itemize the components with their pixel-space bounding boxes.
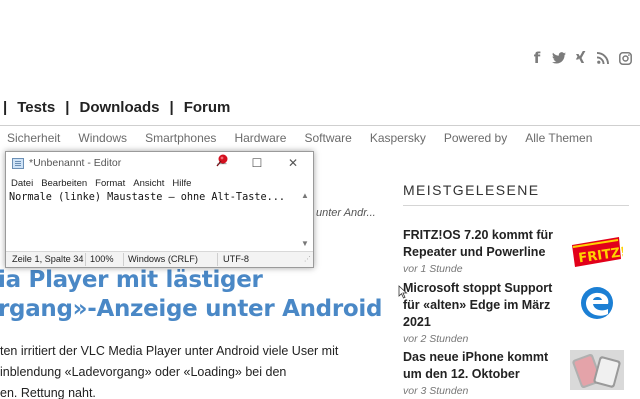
article-excerpt-line: inblendung «Ladevorgang» oder «Loading» … [0, 365, 287, 379]
minimize-button[interactable]: — [207, 153, 237, 173]
resize-grip-icon[interactable]: ⋰ [304, 256, 312, 266]
sidebar-article-title[interactable]: Das neue iPhone kommt um den 12. Oktober [403, 349, 563, 383]
article-title-line[interactable]: rgang»-Anzeige unter Android [0, 295, 388, 324]
subnav-item-powered-by[interactable]: Powered by [444, 131, 507, 145]
sidebar-article-time: vor 3 Stunden [403, 385, 469, 397]
article-excerpt: ten irritiert der VLC Media Player unter… [0, 341, 385, 399]
article-excerpt-line: en. Rettung naht. [0, 386, 96, 399]
window-title: *Unbenannt - Editor [29, 157, 122, 169]
sidebar-article[interactable]: FRITZ!OS 7.20 kommt für Repeater und Pow… [403, 227, 563, 276]
xing-icon[interactable] [570, 48, 592, 68]
subnav-item-sicherheit[interactable]: Sicherheit [7, 131, 60, 145]
menu-bar: Datei Bearbeiten Format Ansicht Hilfe [6, 176, 313, 190]
edge-logo-thumbnail[interactable] [576, 282, 618, 324]
scroll-up-icon[interactable]: ▲ [301, 192, 309, 200]
fritz-logo-thumbnail[interactable]: FRITZ! [569, 231, 627, 271]
close-button[interactable]: ✕ [278, 153, 308, 173]
window-titlebar[interactable]: *Unbenannt - Editor — ☐ ✕ [6, 152, 313, 174]
menu-hilfe[interactable]: Hilfe [172, 178, 191, 189]
close-icon: ✕ [287, 156, 299, 170]
nav-separator: | [65, 98, 70, 116]
status-encoding: UTF-8 [223, 254, 250, 264]
status-divider [217, 253, 218, 266]
nav-divider [0, 125, 640, 126]
sidebar-article-time: vor 2 Stunden [403, 333, 469, 345]
status-line-ending: Windows (CRLF) [128, 254, 198, 264]
notepad-window[interactable]: *Unbenannt - Editor — ☐ ✕ Datei Bearbeit… [5, 151, 314, 268]
sub-nav: Sicherheit Windows Smartphones Hardware … [7, 130, 610, 146]
main-nav: | Tests | Downloads | Forum [0, 97, 230, 117]
sidebar-article[interactable]: Das neue iPhone kommt um den 12. Oktober… [403, 349, 563, 398]
menu-bearbeiten[interactable]: Bearbeiten [41, 178, 87, 189]
mouse-cursor-icon [398, 285, 408, 299]
twitter-icon[interactable] [548, 48, 570, 68]
rss-icon[interactable] [592, 48, 614, 68]
subnav-item-smartphones[interactable]: Smartphones [145, 131, 216, 145]
subnav-item-hardware[interactable]: Hardware [234, 131, 286, 145]
nav-separator: | [169, 98, 174, 116]
subnav-item-alle-themen[interactable]: Alle Themen [525, 131, 592, 145]
iphone-thumbnail[interactable] [570, 350, 624, 390]
article-title[interactable]: ia Player mit lästiger rgang»-Anzeige un… [0, 266, 388, 324]
scroll-down-icon[interactable]: ▼ [301, 240, 309, 248]
subnav-item-windows[interactable]: Windows [78, 131, 127, 145]
status-cursor-position: Zeile 1, Spalte 34 [12, 254, 84, 264]
menu-format[interactable]: Format [95, 178, 125, 189]
nav-item-tests[interactable]: Tests [17, 99, 55, 116]
nav-item-downloads[interactable]: Downloads [79, 99, 159, 116]
vertical-scrollbar[interactable]: ▲ ▼ [298, 190, 312, 250]
notepad-app-icon [12, 158, 24, 169]
article-excerpt-line: ten irritiert der VLC Media Player unter… [0, 344, 339, 358]
sidebar-article[interactable]: Microsoft stoppt Support für «alten» Edg… [403, 280, 563, 346]
subnav-item-kaspersky[interactable]: Kaspersky [370, 131, 426, 145]
sidebar-article-title[interactable]: FRITZ!OS 7.20 kommt für Repeater und Pow… [403, 227, 563, 261]
status-zoom: 100% [90, 254, 114, 264]
status-divider [85, 253, 86, 266]
status-bar: Zeile 1, Spalte 34 100% Windows (CRLF) U… [6, 251, 313, 267]
nav-item-forum[interactable]: Forum [184, 99, 231, 116]
sidebar-heading: MEISTGELESENE [403, 182, 540, 198]
sidebar-divider [403, 205, 629, 206]
sidebar-article-title[interactable]: Microsoft stoppt Support für «alten» Edg… [403, 280, 563, 331]
instagram-icon[interactable] [614, 48, 636, 68]
sidebar-article-time: vor 1 Stunde [403, 263, 463, 275]
status-divider [123, 253, 124, 266]
social-bar: f [526, 48, 636, 68]
menu-datei[interactable]: Datei [11, 178, 33, 189]
facebook-icon[interactable]: f [526, 48, 548, 68]
subnav-item-software[interactable]: Software [304, 131, 351, 145]
article-meta: unter Andr... [316, 207, 376, 219]
maximize-button[interactable]: ☐ [242, 153, 272, 173]
editor-text-area[interactable]: Normale (linke) Maustaste – ohne Alt-Tas… [9, 192, 297, 203]
minimize-icon: — [217, 158, 227, 168]
nav-separator: | [3, 98, 8, 116]
maximize-icon: ☐ [251, 156, 263, 170]
menu-ansicht[interactable]: Ansicht [133, 178, 164, 189]
article-title-line[interactable]: ia Player mit lästiger [0, 266, 388, 295]
